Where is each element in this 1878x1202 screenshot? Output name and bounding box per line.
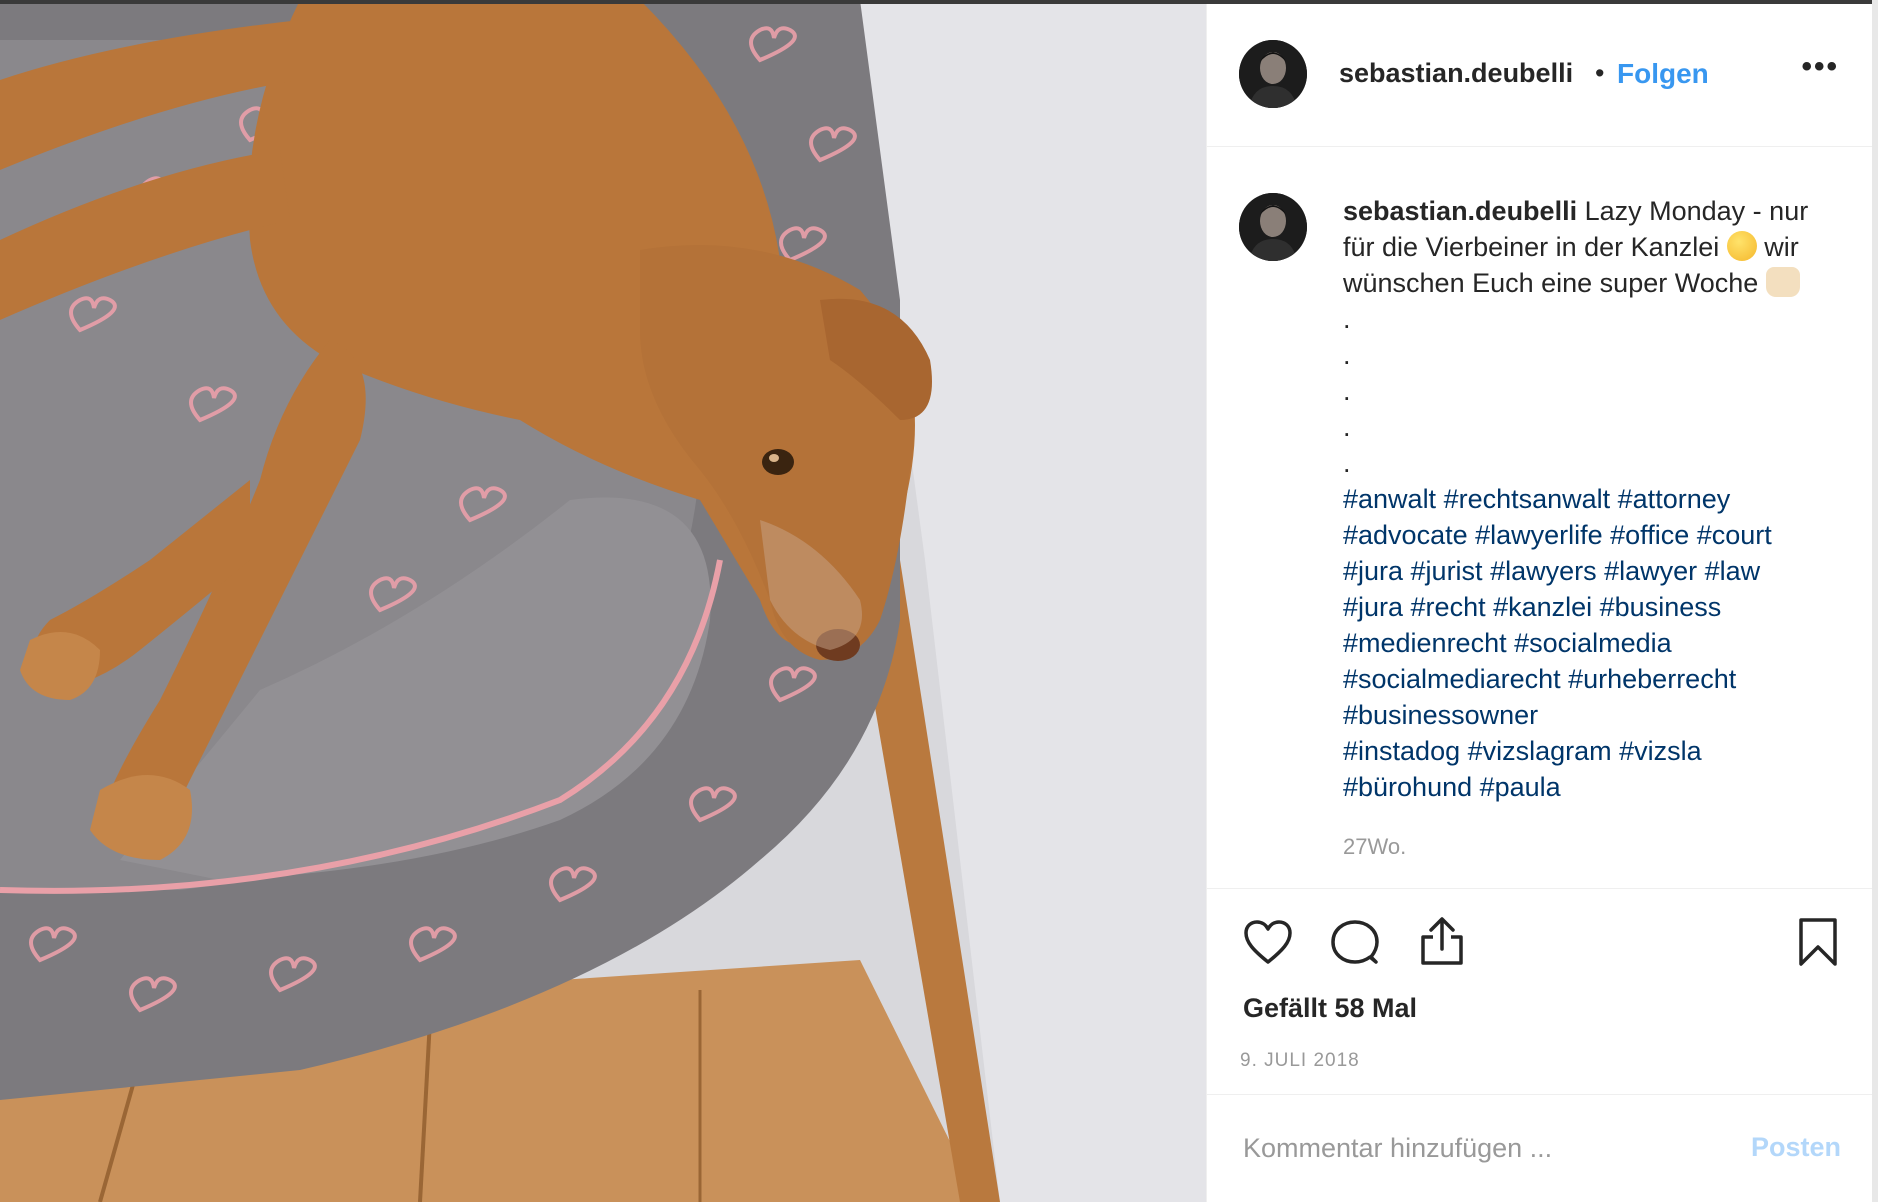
hashtag-line[interactable]: #jura #jurist #lawyers #lawyer #law <box>1343 553 1843 589</box>
hashtag-line[interactable]: #bürohund #paula <box>1343 769 1843 805</box>
window-top-edge <box>0 0 1878 4</box>
profile-photo <box>1239 193 1307 261</box>
hashtag-line[interactable]: #jura #recht #kanzlei #business <box>1343 589 1843 625</box>
caption-dot: . <box>1343 304 1351 334</box>
scrollbar-track[interactable] <box>1872 0 1878 1202</box>
caption-dot: . <box>1343 340 1351 370</box>
caption-avatar[interactable] <box>1239 193 1307 261</box>
dog-on-bed-photo <box>0 0 1206 1202</box>
share-icon[interactable] <box>1419 915 1465 972</box>
comment-input[interactable] <box>1243 1126 1703 1170</box>
hashtag-line[interactable]: #anwalt #rechtsanwalt #attorney <box>1343 481 1843 517</box>
caption-area: sebastian.deubelli Lazy Monday - nur für… <box>1207 147 1878 887</box>
post-date: 9. JULI 2018 <box>1240 1050 1360 1071</box>
winking-face-icon <box>1726 231 1757 261</box>
more-options-icon[interactable]: ••• <box>1801 50 1839 84</box>
hashtags: #anwalt #rechtsanwalt #attorney #advocat… <box>1343 481 1843 805</box>
hashtag-line[interactable]: #businessowner <box>1343 697 1843 733</box>
follow-button[interactable]: Folgen <box>1617 58 1709 90</box>
hashtag-line[interactable]: #advocate #lawyerlife #office #court <box>1343 517 1843 553</box>
hashtag-line[interactable]: #medienrecht #socialmedia <box>1343 625 1843 661</box>
post-caption: sebastian.deubelli Lazy Monday - nur für… <box>1343 193 1843 805</box>
comment-form: Posten <box>1207 1094 1878 1202</box>
caption-username[interactable]: sebastian.deubelli <box>1343 196 1577 226</box>
header-username[interactable]: sebastian.deubelli <box>1339 58 1573 89</box>
heart-icon[interactable] <box>1243 919 1293 970</box>
avatar[interactable] <box>1239 40 1307 108</box>
hashtag-line[interactable]: #instadog #vizslagram #vizsla <box>1343 733 1843 769</box>
raising-hands-icon <box>1765 267 1800 297</box>
post-details-panel: sebastian.deubelli • Folgen ••• sebastia… <box>1206 0 1878 1202</box>
action-bar: Gefällt 58 Mal 9. JULI 2018 <box>1207 888 1878 1095</box>
caption-dot: . <box>1343 448 1351 478</box>
post-header: sebastian.deubelli • Folgen ••• <box>1207 0 1878 147</box>
caption-time[interactable]: 27Wo. <box>1343 834 1406 860</box>
caption-dot: . <box>1343 376 1351 406</box>
comment-icon[interactable] <box>1331 919 1379 972</box>
likes-count[interactable]: Gefällt 58 Mal <box>1243 993 1417 1024</box>
caption-dot: . <box>1343 412 1351 442</box>
hashtag-line[interactable]: #socialmediarecht #urheberrecht <box>1343 661 1843 697</box>
separator-dot: • <box>1595 58 1605 88</box>
bookmark-icon[interactable] <box>1797 917 1839 972</box>
profile-photo <box>1239 40 1307 108</box>
post-comment-button[interactable]: Posten <box>1751 1132 1841 1163</box>
post-photo[interactable] <box>0 0 1206 1202</box>
